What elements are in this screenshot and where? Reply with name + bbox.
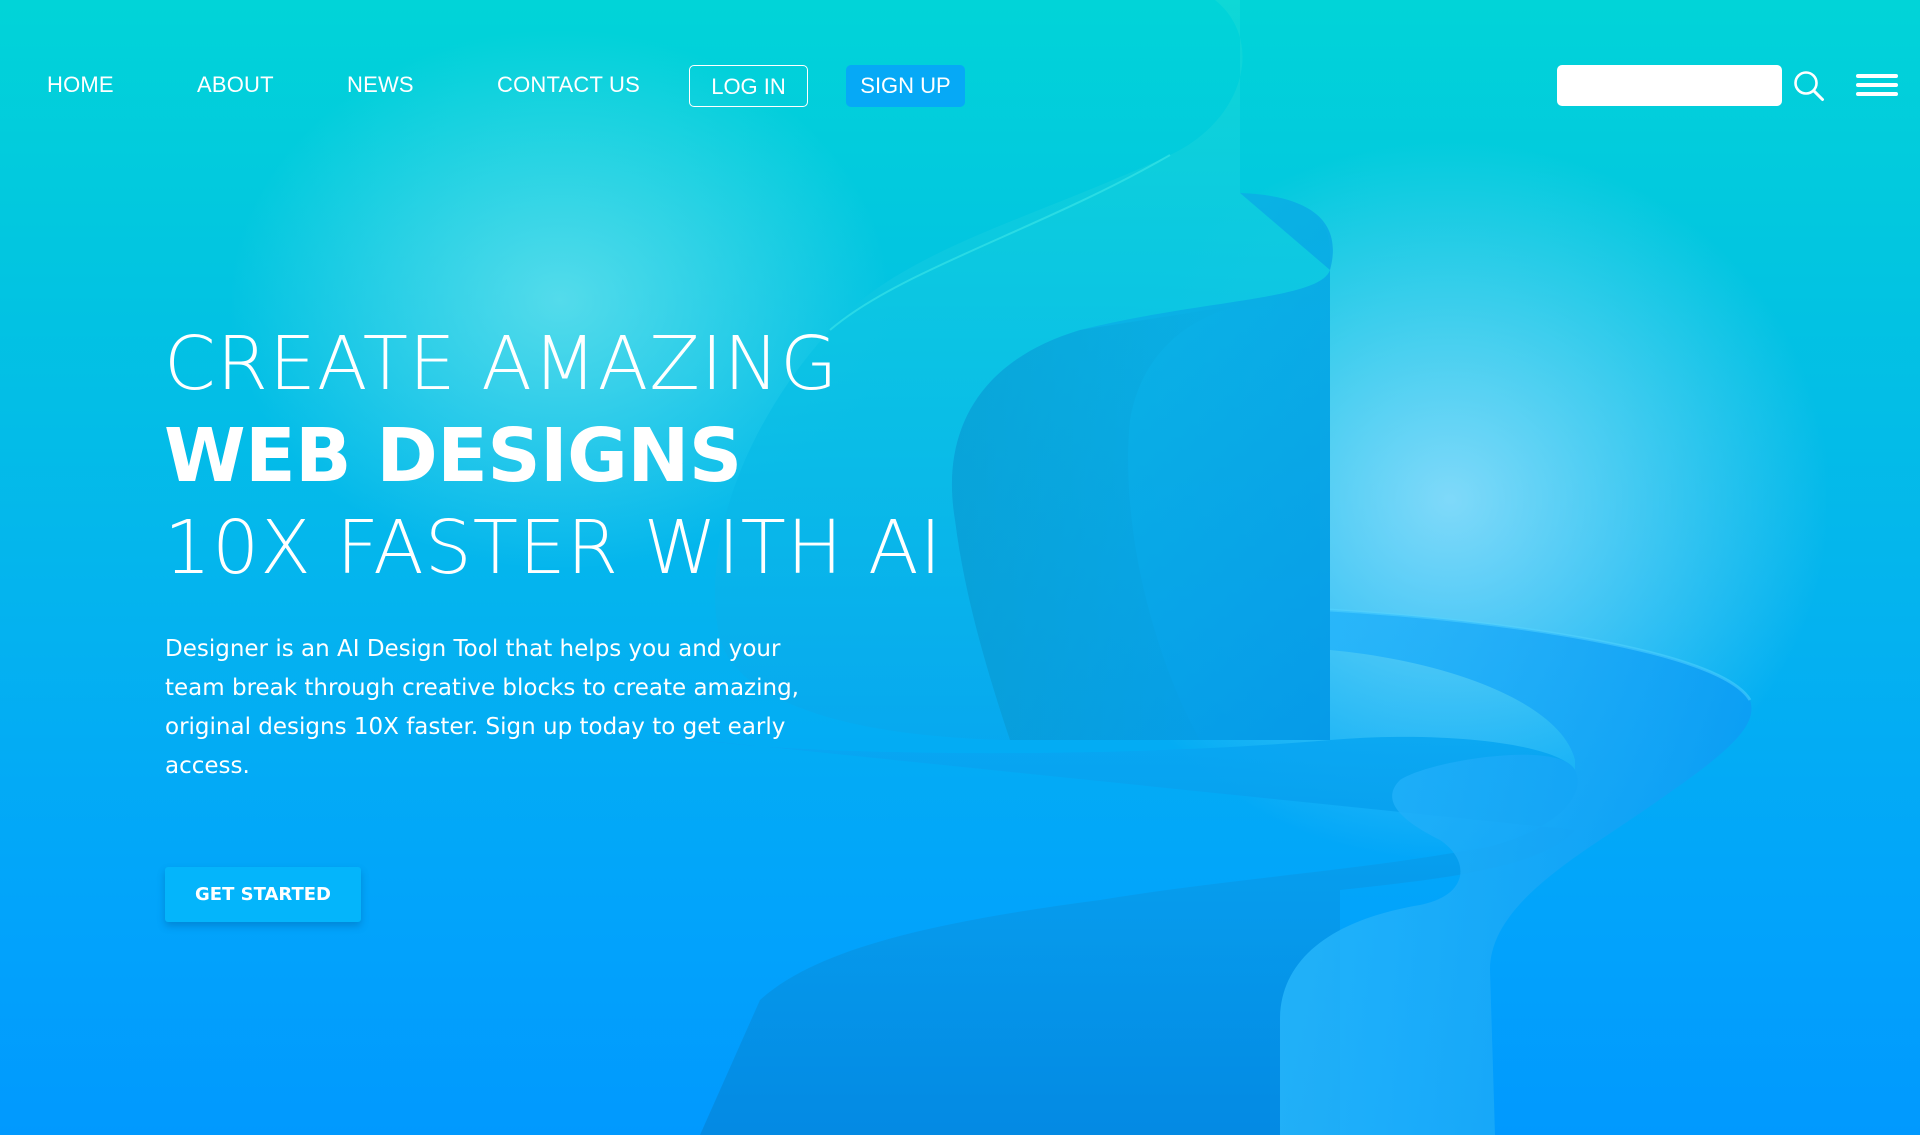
nav-home-link[interactable]: HOME bbox=[47, 72, 114, 98]
nav-news-link[interactable]: NEWS bbox=[347, 72, 414, 98]
nav-contact-us-link[interactable]: CONTACT US bbox=[497, 72, 640, 98]
search-icon bbox=[1794, 71, 1824, 101]
hero-headline: CREATE AMAZING WEB DESIGNS 10X FASTER WI… bbox=[164, 318, 942, 594]
login-button[interactable]: LOG IN bbox=[689, 65, 808, 107]
headline-line-2: WEB DESIGNS bbox=[164, 413, 742, 499]
get-started-button[interactable]: GET STARTED bbox=[165, 867, 361, 922]
nav-about-link[interactable]: ABOUT bbox=[197, 72, 274, 98]
search-input[interactable] bbox=[1557, 65, 1782, 106]
page: HOME ABOUT NEWS CONTACT US LOG IN SIGN U… bbox=[0, 0, 1920, 1136]
headline-line-1: CREATE AMAZING bbox=[164, 321, 839, 407]
signup-button[interactable]: SIGN UP bbox=[846, 65, 965, 107]
hero-section: HOME ABOUT NEWS CONTACT US LOG IN SIGN U… bbox=[0, 0, 1920, 1135]
hamburger-menu-icon bbox=[1856, 74, 1898, 78]
hero-description: Designer is an AI Design Tool that helps… bbox=[165, 636, 799, 779]
menu-button[interactable] bbox=[1856, 72, 1898, 98]
headline-line-3: 10X FASTER WITH AI bbox=[164, 505, 943, 591]
search-button[interactable] bbox=[1792, 69, 1826, 103]
